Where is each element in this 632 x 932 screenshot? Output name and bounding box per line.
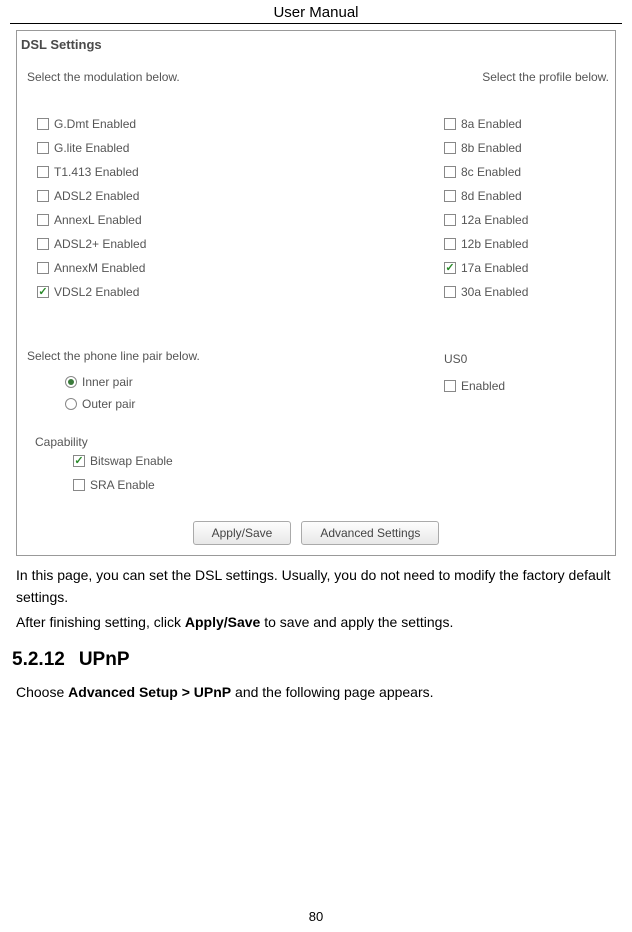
- page-number: 80: [0, 909, 632, 924]
- checkbox-annexl[interactable]: [37, 214, 49, 226]
- checkbox-label: ADSL2 Enabled: [54, 189, 139, 203]
- radio-label: Outer pair: [82, 397, 135, 411]
- capability-heading: Capability: [35, 435, 434, 449]
- section-heading: 5.2.12UPnP: [10, 633, 622, 679]
- modulation-list: G.Dmt Enabled G.lite Enabled T1.413 Enab…: [27, 112, 434, 304]
- phone-line-label: Select the phone line pair below.: [27, 349, 434, 363]
- checkbox-t1413[interactable]: [37, 166, 49, 178]
- dsl-settings-heading: DSL Settings: [19, 33, 613, 54]
- checkbox-30a[interactable]: [444, 286, 456, 298]
- checkbox-label: AnnexM Enabled: [54, 261, 145, 275]
- modulation-label: Select the modulation below.: [27, 54, 434, 112]
- checkbox-17a[interactable]: [444, 262, 456, 274]
- button-row: Apply/Save Advanced Settings: [19, 497, 613, 553]
- checkbox-label: Bitswap Enable: [90, 454, 173, 468]
- profile-list: 8a Enabled 8b Enabled 8c Enabled 8d Enab…: [444, 112, 609, 304]
- checkbox-label: SRA Enable: [90, 478, 155, 492]
- body-paragraph-2a: After finishing setting, click: [16, 614, 185, 630]
- checkbox-label: 8b Enabled: [461, 141, 522, 155]
- checkbox-gdmt[interactable]: [37, 118, 49, 130]
- body-paragraph-1: In this page, you can set the DSL settin…: [16, 567, 611, 605]
- checkbox-adsl2[interactable]: [37, 190, 49, 202]
- checkbox-8b[interactable]: [444, 142, 456, 154]
- checkbox-label: 12b Enabled: [461, 237, 528, 251]
- section-body-c: and the following page appears.: [231, 684, 433, 700]
- checkbox-label: T1.413 Enabled: [54, 165, 139, 179]
- checkbox-8d[interactable]: [444, 190, 456, 202]
- radio-inner-pair[interactable]: [65, 376, 77, 388]
- us0-heading: US0: [444, 304, 609, 374]
- checkbox-label: 8a Enabled: [461, 117, 522, 131]
- checkbox-label: AnnexL Enabled: [54, 213, 142, 227]
- checkbox-8a[interactable]: [444, 118, 456, 130]
- checkbox-annexm[interactable]: [37, 262, 49, 274]
- checkbox-sra[interactable]: [73, 479, 85, 491]
- checkbox-label: 17a Enabled: [461, 261, 528, 275]
- checkbox-label: VDSL2 Enabled: [54, 285, 139, 299]
- phone-line-options: Inner pair Outer pair: [27, 363, 434, 415]
- checkbox-label: 30a Enabled: [461, 285, 528, 299]
- checkbox-us0-enabled[interactable]: [444, 380, 456, 392]
- checkbox-label: Enabled: [461, 379, 505, 393]
- checkbox-label: 12a Enabled: [461, 213, 528, 227]
- checkbox-adsl2plus[interactable]: [37, 238, 49, 250]
- checkbox-bitswap[interactable]: [73, 455, 85, 467]
- dsl-settings-screenshot: DSL Settings Select the modulation below…: [16, 30, 616, 556]
- section-number: 5.2.12: [12, 649, 79, 670]
- advanced-settings-button[interactable]: Advanced Settings: [301, 521, 439, 545]
- radio-outer-pair[interactable]: [65, 398, 77, 410]
- checkbox-label: 8c Enabled: [461, 165, 521, 179]
- capability-options: Bitswap Enable SRA Enable: [35, 449, 434, 497]
- checkbox-label: G.lite Enabled: [54, 141, 129, 155]
- section-title: UPnP: [79, 649, 130, 670]
- checkbox-12b[interactable]: [444, 238, 456, 250]
- apply-save-button[interactable]: Apply/Save: [193, 521, 292, 545]
- checkbox-glite[interactable]: [37, 142, 49, 154]
- checkbox-label: G.Dmt Enabled: [54, 117, 136, 131]
- checkbox-label: 8d Enabled: [461, 189, 522, 203]
- page-title: User Manual: [10, 0, 622, 24]
- profile-label: Select the profile below.: [444, 54, 609, 112]
- body-paragraph-2b: Apply/Save: [185, 614, 260, 630]
- radio-label: Inner pair: [82, 375, 133, 389]
- checkbox-label: ADSL2+ Enabled: [54, 237, 146, 251]
- checkbox-12a[interactable]: [444, 214, 456, 226]
- checkbox-8c[interactable]: [444, 166, 456, 178]
- section-body-b: Advanced Setup > UPnP: [68, 684, 231, 700]
- section-body-a: Choose: [16, 684, 68, 700]
- checkbox-vdsl2[interactable]: [37, 286, 49, 298]
- body-paragraph-2c: to save and apply the settings.: [260, 614, 453, 630]
